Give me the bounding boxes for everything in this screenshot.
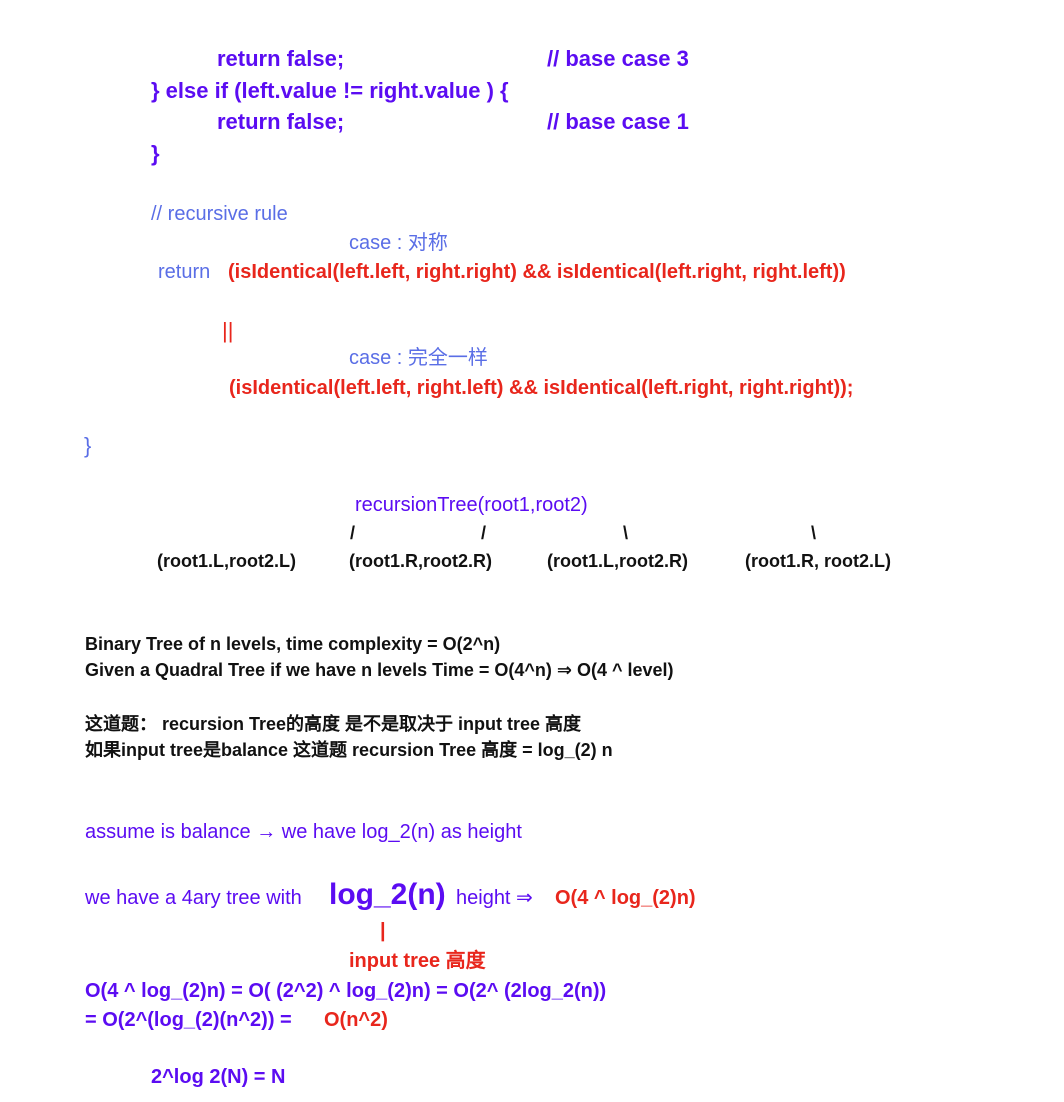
tree-branch-3: \ (623, 523, 629, 543)
fourary-result: O(4 ^ log_(2)n) (555, 887, 696, 909)
complexity-line-1: Binary Tree of n levels, time complexity… (85, 634, 501, 654)
pointer-bar: | (380, 920, 386, 942)
derivation-line-2-prefix: = O(2^(log_(2)(n^2)) = (85, 1009, 292, 1031)
assume-balance-line: assume is balance → we have log_2(n) as … (85, 821, 522, 843)
complexity-line-3: 这道题： recursion Tree的高度 是不是取决于 input tree… (85, 714, 582, 734)
case-symmetric-label: case : 对称 (349, 232, 448, 254)
recursion-tree-root: recursionTree(root1,root2) (355, 494, 588, 516)
input-tree-height-label: input tree 高度 (349, 950, 486, 972)
fourary-log-height: log_2(n) (329, 878, 446, 911)
code-close-brace: } (151, 141, 160, 166)
tree-child-4: (root1.R, root2.L) (745, 551, 891, 571)
case-identical-label: case : 完全一样 (349, 347, 488, 369)
return-keyword: return (158, 261, 211, 283)
derivation-line-1: O(4 ^ log_(2)n) = O( (2^2) ^ log_(2)n) =… (85, 980, 607, 1002)
outer-close-brace: } (84, 433, 92, 458)
tree-child-1: (root1.L,root2.L) (157, 551, 296, 571)
fourary-prefix: we have a 4ary tree with (85, 887, 302, 909)
comment-base-case-3: // base case 3 (547, 46, 689, 71)
comment-base-case-1: // base case 1 (547, 109, 689, 134)
tree-branch-4: \ (811, 523, 817, 543)
symmetric-expression: (isIdentical(left.left, right.right) && … (228, 261, 846, 283)
tree-child-3: (root1.L,root2.R) (547, 551, 688, 571)
code-return-false-3: return false; (217, 46, 345, 71)
complexity-line-2: Given a Quadral Tree if we have n levels… (85, 660, 674, 680)
tree-child-2: (root1.R,root2.R) (349, 551, 492, 571)
complexity-line-4: 如果input tree是balance 这道题 recursion Tree … (85, 740, 613, 760)
comment-recursive-rule: // recursive rule (151, 203, 288, 225)
code-else-if-line: } else if (left.value != right.value ) { (151, 78, 509, 103)
tree-branch-1: / (350, 523, 356, 543)
log-identity: 2^log 2(N) = N (151, 1066, 286, 1088)
derivation-line-2-result: O(n^2) (324, 1009, 388, 1031)
identical-expression: (isIdentical(left.left, right.left) && i… (229, 377, 854, 399)
fourary-suffix: height ⇒ (456, 887, 533, 909)
code-return-false-1: return false; (217, 109, 345, 134)
tree-branch-2: / (481, 523, 487, 543)
or-operator: || (222, 318, 234, 343)
